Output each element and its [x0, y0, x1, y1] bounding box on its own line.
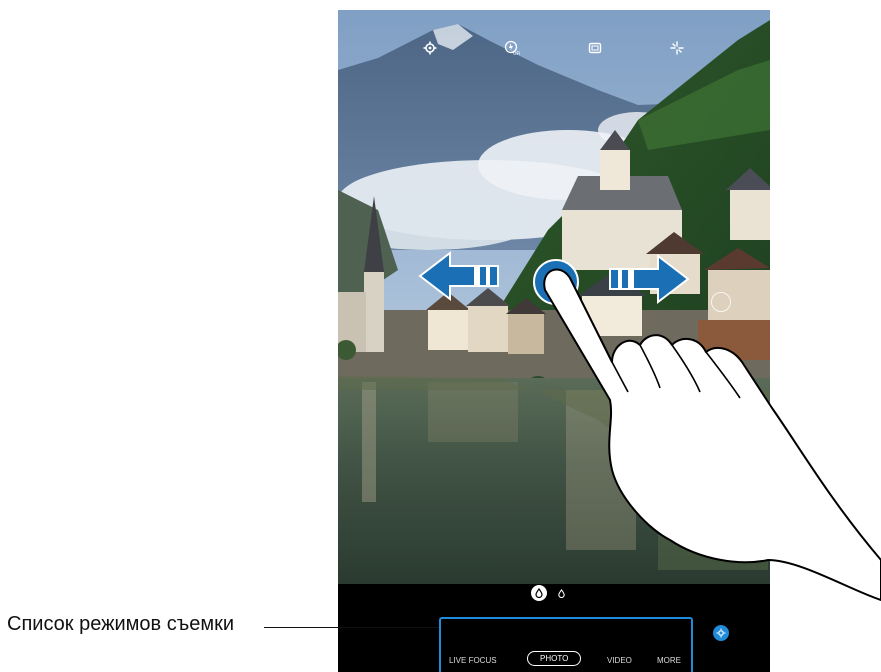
arrow-right-icon — [609, 253, 690, 305]
arrow-left-icon — [418, 250, 499, 302]
hand-icon — [543, 268, 881, 601]
callout-leader-line — [264, 627, 439, 628]
callout-label: Список режимов съемки — [7, 613, 235, 635]
stage: OFF — [0, 0, 881, 672]
gesture-overlay — [418, 250, 881, 601]
